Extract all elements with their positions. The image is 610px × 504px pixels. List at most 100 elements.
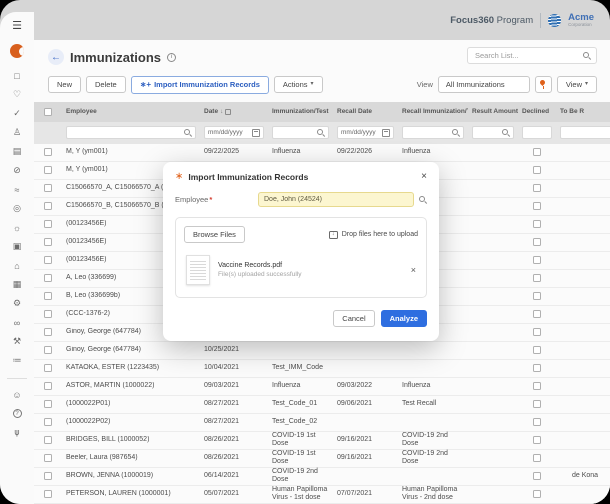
filter-immunization-input[interactable] <box>272 126 329 140</box>
table-row[interactable]: BROWN, JENNA (1000019) 06/14/2021 COVID-19… <box>34 467 610 486</box>
filter-to_be_recalled-input[interactable] <box>560 126 610 140</box>
sort-order-icon[interactable] <box>225 108 232 115</box>
row-checkbox[interactable] <box>44 220 52 229</box>
row-checkbox[interactable] <box>44 238 52 247</box>
app-logo-icon[interactable] <box>10 44 24 58</box>
remove-file-icon[interactable]: × <box>411 265 416 275</box>
declined-checkbox[interactable] <box>533 202 541 211</box>
link-icon[interactable]: ∞ <box>8 313 26 332</box>
employee-search-icon[interactable] <box>419 195 427 204</box>
filter-employee-input[interactable] <box>66 126 196 140</box>
delete-button[interactable]: Delete <box>86 76 126 94</box>
gear-icon[interactable]: ⚙ <box>8 294 26 313</box>
declined-checkbox[interactable] <box>533 166 541 175</box>
notebook-icon[interactable]: ▦ <box>8 275 26 294</box>
row-checkbox[interactable] <box>44 490 52 499</box>
info-icon[interactable]: i <box>167 52 177 62</box>
search-list-box[interactable] <box>467 47 597 64</box>
filter-result_amount-input[interactable] <box>472 126 514 140</box>
declined-checkbox[interactable] <box>533 310 541 319</box>
declined-checkbox[interactable] <box>533 382 541 391</box>
col-header-immunization[interactable]: Immunization/Test <box>268 108 333 115</box>
declined-checkbox[interactable] <box>533 238 541 247</box>
id-card-icon[interactable]: ▤ <box>8 142 26 161</box>
row-checkbox[interactable] <box>44 166 52 175</box>
table-row[interactable]: PETERSON, LAUREN (1000001) 05/07/2021 Huma… <box>34 485 610 504</box>
select-all-checkbox[interactable] <box>44 107 52 116</box>
declined-checkbox[interactable] <box>533 184 541 193</box>
table-row[interactable]: M, Y (ym001) 09/22/2025 Influenza 09/22/202… <box>34 143 610 162</box>
waves-icon[interactable]: ≈ <box>8 180 26 199</box>
table-row[interactable]: (1000022P01) 08/27/2021 Test_Code_01 09/06/… <box>34 395 610 414</box>
table-row[interactable]: (1000022P02) 08/27/2021 Test_Code_02 <box>34 413 610 432</box>
table-row[interactable]: BRIDGES, BILL (1000052) 08/26/2021 COVID-1… <box>34 431 610 450</box>
sort-asc-icon[interactable]: ↓ <box>220 109 223 115</box>
row-checkbox[interactable] <box>44 454 52 463</box>
modal-close-icon[interactable]: × <box>421 172 427 182</box>
declined-checkbox[interactable] <box>533 418 541 427</box>
upload-dropzone[interactable]: Browse Files ↓ Drop files here to upload… <box>175 217 427 298</box>
row-checkbox[interactable] <box>44 274 52 283</box>
declined-checkbox[interactable] <box>533 472 541 481</box>
tools-icon[interactable]: ⚒ <box>8 332 26 351</box>
col-header-recall_immunization[interactable]: Recall Immunization/Test <box>398 108 468 115</box>
heart-badge-icon[interactable]: ♡ <box>8 85 26 104</box>
slash-circle-icon[interactable]: ⊘ <box>8 161 26 180</box>
org-chart-icon[interactable]: ⋔ <box>8 423 26 442</box>
declined-checkbox[interactable] <box>533 220 541 229</box>
row-checkbox[interactable] <box>44 184 52 193</box>
col-header-date[interactable]: Date ↓ <box>200 108 268 115</box>
graduation-cap-icon[interactable]: ⌂ <box>8 256 26 275</box>
row-checkbox[interactable] <box>44 436 52 445</box>
employee-input[interactable] <box>258 192 414 207</box>
row-checkbox[interactable] <box>44 346 52 355</box>
filter-recall_immunization-input[interactable] <box>402 126 464 140</box>
pin-view-button[interactable] <box>534 76 552 94</box>
declined-checkbox[interactable] <box>533 346 541 355</box>
row-checkbox[interactable] <box>44 364 52 373</box>
declined-checkbox[interactable] <box>533 364 541 373</box>
actions-button[interactable]: Actions ▾ <box>273 76 323 94</box>
list-settings-icon[interactable]: ≔ <box>8 351 26 370</box>
row-checkbox[interactable] <box>44 256 52 265</box>
user-circle-icon[interactable]: ☺ <box>8 385 26 404</box>
row-checkbox[interactable] <box>44 292 52 301</box>
table-row[interactable]: Beeler, Laura (987654) 08/26/2021 COVID-19… <box>34 449 610 468</box>
new-button[interactable]: New <box>48 76 82 94</box>
menu-icon[interactable]: ☰ <box>12 21 22 32</box>
check-circle-icon[interactable]: ◎ <box>8 199 26 218</box>
table-row[interactable]: ASTOR, MARTIN (1000022) 09/03/2021 Influen… <box>34 377 610 396</box>
browse-files-button[interactable]: Browse Files <box>184 226 245 243</box>
document-icon[interactable]: □ <box>8 66 26 85</box>
row-checkbox[interactable] <box>44 472 52 481</box>
table-row[interactable]: Ginoy, George (647784) 10/25/2021 <box>34 341 610 360</box>
col-header-employee[interactable]: Employee <box>62 108 200 115</box>
back-button[interactable]: ← <box>48 49 64 65</box>
import-immunization-records-button[interactable]: ∗+ Import Immunization Records <box>130 76 269 94</box>
row-checkbox[interactable] <box>44 310 52 319</box>
user-key-icon[interactable]: ♙ <box>8 123 26 142</box>
declined-checkbox[interactable] <box>533 328 541 337</box>
declined-checkbox[interactable] <box>533 292 541 301</box>
row-checkbox[interactable] <box>44 400 52 409</box>
declined-checkbox[interactable] <box>533 454 541 463</box>
row-checkbox[interactable] <box>44 418 52 427</box>
shield-check-icon[interactable]: ✓ <box>8 104 26 123</box>
table-row[interactable]: KATAOKA, ESTER (1223435) 10/04/2021 Test_I… <box>34 359 610 378</box>
declined-checkbox[interactable] <box>533 274 541 283</box>
declined-checkbox[interactable] <box>533 436 541 445</box>
declined-checkbox[interactable] <box>533 400 541 409</box>
search-list-input[interactable] <box>473 50 579 61</box>
declined-checkbox[interactable] <box>533 490 541 499</box>
row-checkbox[interactable] <box>44 202 52 211</box>
declined-checkbox[interactable] <box>533 148 541 157</box>
filter-declined-input[interactable] <box>522 126 552 140</box>
help-icon[interactable]: ? <box>12 409 22 418</box>
filter-recall_date-input[interactable]: mm/dd/yyyy <box>337 126 394 140</box>
filter-date-input[interactable]: mm/dd/yyyy <box>204 126 264 140</box>
col-header-to_be_recalled[interactable]: To Be R <box>556 108 610 115</box>
view-button[interactable]: View ▾ <box>556 76 597 94</box>
row-checkbox[interactable] <box>44 382 52 391</box>
row-checkbox[interactable] <box>44 148 52 157</box>
row-checkbox[interactable] <box>44 328 52 337</box>
